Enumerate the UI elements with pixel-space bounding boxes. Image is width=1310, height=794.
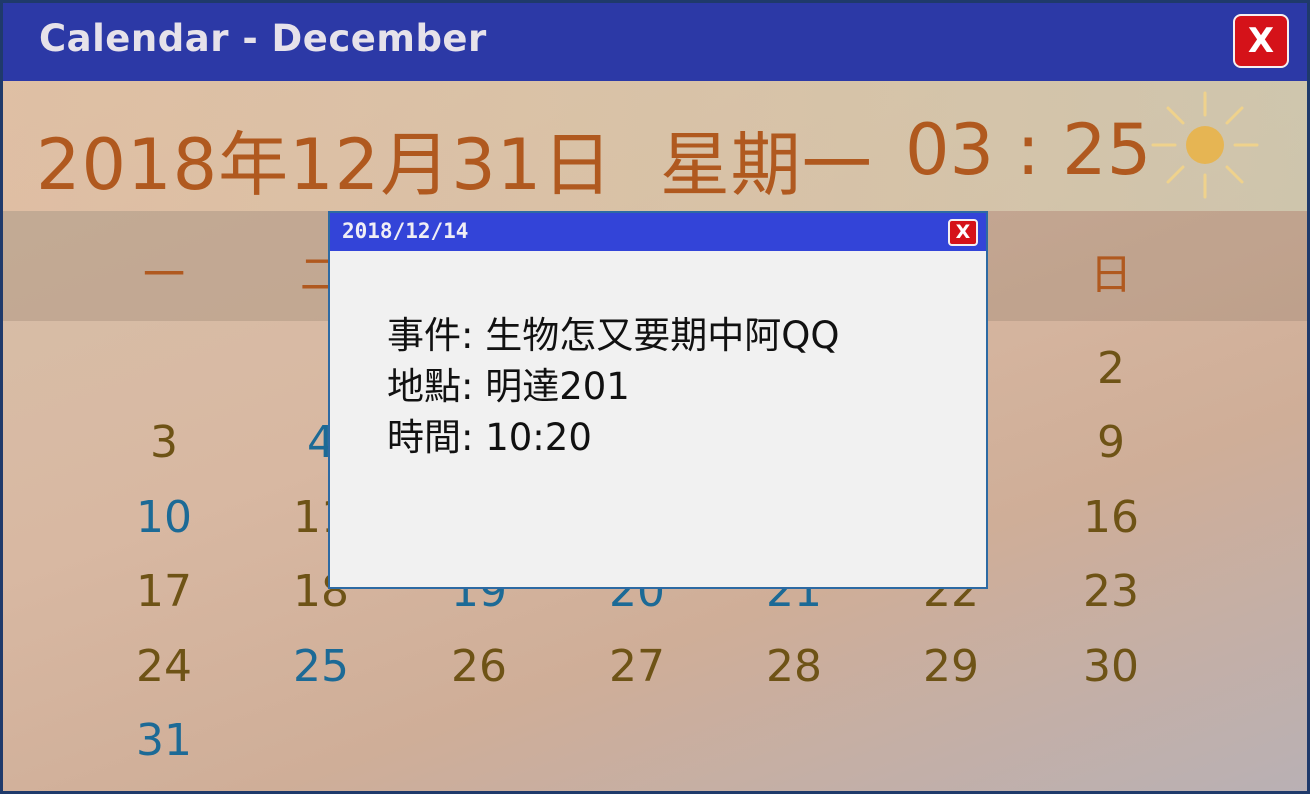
day-cell[interactable]: 27 (597, 641, 677, 692)
day-cell[interactable]: 26 (439, 641, 519, 692)
day-cell[interactable]: 17 (124, 566, 204, 617)
day-cell[interactable]: 3 (124, 417, 204, 468)
weekday-sun: 日 (1089, 250, 1132, 299)
location-line: 地點: 明達201 (387, 365, 630, 408)
day-cell[interactable]: 23 (1071, 566, 1151, 617)
current-date: 2018年12月31日 星期一 (36, 109, 873, 210)
time-line: 時間: 10:20 (387, 416, 592, 459)
day-cell[interactable]: 10 (124, 492, 204, 543)
calendar-window: Calendar - December X 2018年12月31日 星期一 03… (0, 0, 1310, 794)
day-cell[interactable]: 9 (1071, 417, 1151, 468)
window-title: Calendar - December (39, 17, 487, 60)
event-popup: 2018/12/14 X 事件: 生物怎又要期中阿QQ 地點: 明達201 時間… (328, 211, 988, 589)
title-bar: Calendar - December X (3, 3, 1307, 81)
day-cell[interactable]: 2 (1071, 343, 1151, 394)
popup-title: 2018/12/14 (342, 219, 469, 243)
date-header: 2018年12月31日 星期一 03 : 25 (3, 81, 1307, 211)
day-cell[interactable]: 16 (1071, 492, 1151, 543)
close-button[interactable]: X (1233, 14, 1289, 68)
weekday-text: 星期一 (659, 124, 873, 206)
day-cell[interactable]: 24 (124, 641, 204, 692)
current-time: 03 : 25 (905, 109, 1152, 191)
date-text: 2018年12月31日 (36, 124, 614, 206)
event-line: 事件: 生物怎又要期中阿QQ (387, 314, 840, 357)
day-cell[interactable]: 28 (754, 641, 834, 692)
popup-title-bar: 2018/12/14 X (330, 213, 986, 251)
day-cell[interactable]: 31 (124, 715, 204, 766)
weekday-mon: 一 (142, 250, 185, 299)
popup-close-button[interactable]: X (948, 219, 978, 246)
day-cell[interactable]: 25 (281, 641, 361, 692)
day-cell[interactable]: 30 (1071, 641, 1151, 692)
day-cell[interactable]: 29 (911, 641, 991, 692)
sun-icon (1151, 91, 1259, 199)
